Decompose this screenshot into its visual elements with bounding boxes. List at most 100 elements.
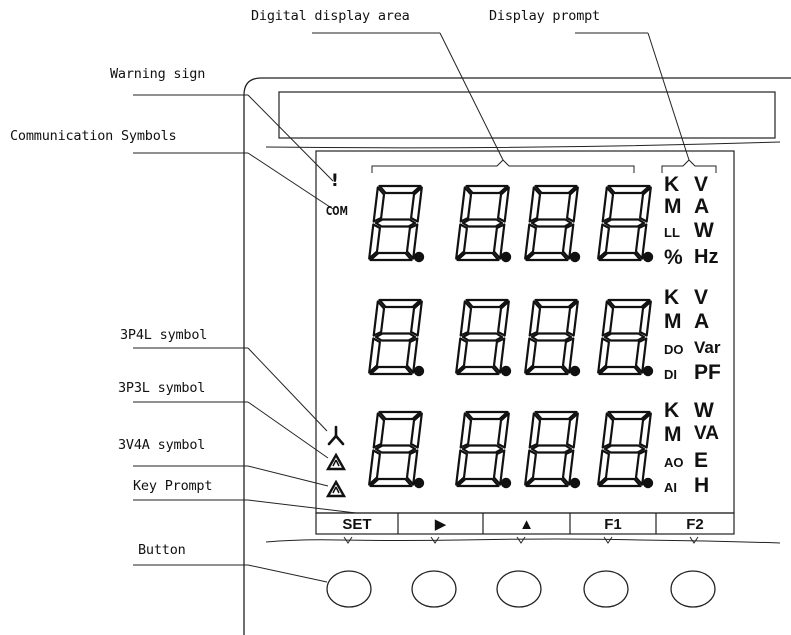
- label-digital-display-area: Digital display area: [251, 8, 410, 24]
- symbol-layer: [325, 425, 347, 498]
- key-right-arrow-icon: ▶: [434, 516, 447, 533]
- 3v4a-symbol-icon: [325, 479, 347, 498]
- segment-g: [530, 444, 573, 454]
- unit-v-2: V: [694, 286, 709, 309]
- decimal-point: [500, 477, 512, 489]
- label-3p4l-symbol: 3P4L symbol: [120, 327, 208, 343]
- unit-va-3: VA: [694, 423, 719, 444]
- segment-g: [374, 444, 417, 454]
- segment-d: [456, 365, 500, 376]
- segment-d: [369, 477, 413, 488]
- 3p3l-symbol-icon: [325, 452, 347, 471]
- segment-g: [603, 444, 646, 454]
- digit-2-1: [368, 298, 425, 377]
- segment-g: [603, 332, 646, 342]
- unit-a-2: A: [694, 310, 710, 333]
- button-2[interactable]: [411, 570, 457, 608]
- decimal-point: [642, 477, 654, 489]
- label-warning-sign: Warning sign: [110, 66, 206, 82]
- segment-d: [598, 365, 642, 376]
- segment-d: [456, 251, 500, 262]
- segment-g: [461, 444, 504, 454]
- segment-d: [525, 477, 569, 488]
- unit-var-2: Var: [694, 338, 721, 357]
- segment-a: [378, 410, 422, 421]
- 3p4l-symbol-icon: [327, 425, 345, 446]
- segment-a: [534, 298, 578, 309]
- decimal-point: [569, 251, 581, 263]
- segment-f: [372, 412, 386, 449]
- decimal-point: [413, 365, 425, 377]
- unit-m-2: M: [664, 310, 682, 333]
- unit-ao-3: AO: [664, 455, 684, 470]
- segment-a: [378, 184, 422, 195]
- button-3[interactable]: [496, 570, 542, 608]
- segment-f: [528, 412, 542, 449]
- unit-m-1: M: [664, 195, 682, 218]
- digit-2-4: [597, 298, 654, 377]
- warning-icon: !: [331, 171, 339, 191]
- unit-pf-2: PF: [694, 361, 721, 384]
- digit-3-4: [597, 410, 654, 489]
- button-4[interactable]: [583, 570, 629, 608]
- decimal-point: [413, 251, 425, 263]
- decimal-point: [413, 477, 425, 489]
- unit-w-1: W: [694, 219, 714, 242]
- segment-f: [459, 186, 473, 223]
- decimal-point: [642, 365, 654, 377]
- segment-f: [372, 300, 386, 337]
- segment-a: [607, 298, 651, 309]
- decimal-point: [642, 251, 654, 263]
- unit-pct-1: %: [664, 246, 683, 269]
- segment-d: [369, 365, 413, 376]
- digit-3-3: [524, 410, 581, 489]
- unit-hz-1: Hz: [694, 246, 719, 268]
- unit-k-1: K: [664, 173, 680, 196]
- unit-m-3: M: [664, 423, 682, 446]
- segment-a: [465, 184, 509, 195]
- segment-g: [603, 218, 646, 228]
- segment-f: [459, 412, 473, 449]
- segment-f: [601, 300, 615, 337]
- segment-f: [459, 300, 473, 337]
- segment-a: [378, 298, 422, 309]
- communication-icon: COM: [326, 204, 348, 220]
- unit-k-3: K: [664, 399, 680, 422]
- unit-e-3: E: [694, 449, 709, 472]
- unit-v-1: V: [694, 173, 709, 196]
- segment-f: [528, 300, 542, 337]
- segment-g: [530, 218, 573, 228]
- segment-f: [601, 186, 615, 223]
- label-display-prompt: Display prompt: [489, 8, 600, 24]
- segment-g: [374, 218, 417, 228]
- segment-g: [461, 332, 504, 342]
- segment-a: [465, 410, 509, 421]
- unit-h-3: H: [694, 474, 710, 497]
- label-communication-symbols: Communication Symbols: [10, 128, 177, 144]
- label-key-prompt: Key Prompt: [133, 478, 213, 494]
- key-f1: F1: [604, 516, 622, 533]
- button-5[interactable]: [670, 570, 716, 608]
- segment-f: [601, 412, 615, 449]
- label-3v4a-symbol: 3V4A symbol: [118, 437, 206, 453]
- button-1[interactable]: [326, 570, 372, 608]
- key-f2: F2: [686, 516, 704, 533]
- unit-di-2: DI: [664, 367, 677, 382]
- digit-1-1: [368, 184, 425, 263]
- digit-3-2: [455, 410, 512, 489]
- segment-g: [461, 218, 504, 228]
- segment-a: [534, 184, 578, 195]
- top-window: [278, 91, 776, 139]
- segment-d: [598, 251, 642, 262]
- segment-d: [525, 251, 569, 262]
- key-set: SET: [342, 516, 372, 533]
- digit-1-3: [524, 184, 581, 263]
- segment-g: [530, 332, 573, 342]
- decimal-point: [500, 251, 512, 263]
- unit-w-3: W: [694, 399, 714, 422]
- decimal-point: [569, 365, 581, 377]
- segment-a: [534, 410, 578, 421]
- unit-ai-3: AI: [664, 480, 677, 495]
- decimal-point: [569, 477, 581, 489]
- segment-d: [598, 477, 642, 488]
